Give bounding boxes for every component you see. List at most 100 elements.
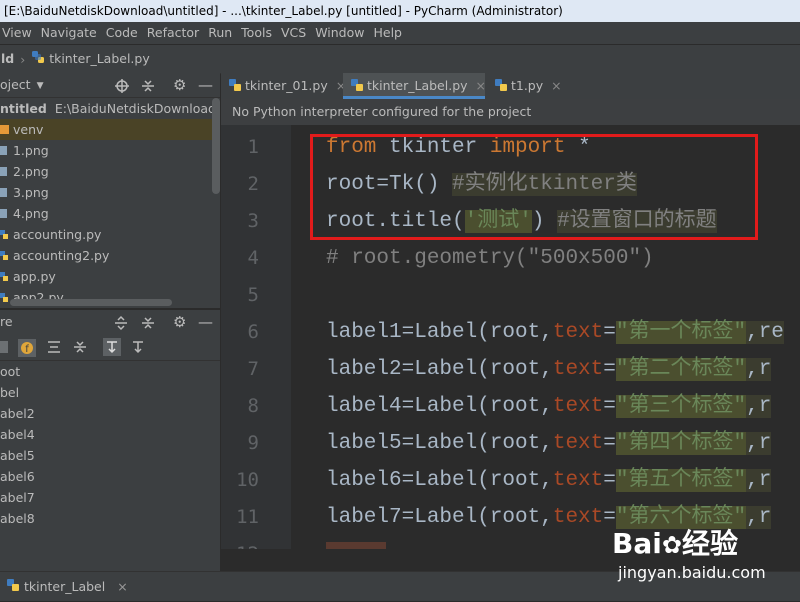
python-file-icon [495,74,507,100]
watermark-brand-suffix: 经验 [681,527,738,560]
tree-item-app[interactable]: app.py [0,266,220,287]
python-file-icon [31,46,45,74]
close-tab-icon[interactable]: × [476,78,486,93]
structure-item[interactable]: oot [0,361,220,382]
python-file-icon [229,74,241,100]
structure-item[interactable]: bel [0,382,220,403]
align-icon[interactable] [46,339,62,359]
python-file-icon [0,267,9,288]
menu-bar: View Navigate Code Refactor Run Tools VCS Windo… [0,22,800,44]
window-title: [E:\BaiduNetdiskDownload\untitled] - ...… [4,4,563,18]
tree-item-accounting2[interactable]: accounting2.py [0,245,220,266]
menu-tools[interactable]: Tools [241,22,272,44]
python-file-icon [0,288,9,308]
menu-run[interactable]: Run [208,22,232,44]
tree-item-venv[interactable]: venv [0,119,220,140]
menu-view[interactable]: View [2,22,32,44]
tab-tkinter-01[interactable]: tkinter_01.py × [221,73,346,100]
menu-navigate[interactable]: Navigate [41,22,97,44]
collapse-icon[interactable] [141,73,155,97]
window-title-bar: [E:\BaiduNetdiskDownload\untitled] - ...… [0,0,800,22]
collapse-all-icon[interactable] [141,310,155,334]
structure-item[interactable]: abel8 [0,508,220,529]
minimize-icon[interactable]: — [198,310,213,334]
interpreter-notice-text: No Python interpreter configured for the… [232,104,532,119]
line-number: 1 [247,136,259,158]
project-panel-header: oject ▼ ⚙ — [0,73,220,98]
close-tab-icon[interactable]: × [551,78,561,93]
python-file-icon [351,74,363,100]
tab-t1[interactable]: t1.py × [487,73,577,99]
image-file-icon [0,141,9,162]
tree-item-1png[interactable]: 1.png [0,140,220,161]
python-file-icon [0,246,9,267]
breadcrumb-project[interactable]: ld [1,51,14,66]
line-number: 2 [247,173,259,195]
baidu-jingyan-watermark: Bai✿经验 jingyan.baidu.com [612,527,800,589]
line-number: 10 [236,469,259,491]
project-root-name: ntitled [0,101,47,116]
python-file-icon [0,225,9,246]
chevron-right-icon: › [20,51,26,67]
editor-tabs: tkinter_01.py × tkinter_Label.py × t1.py… [221,73,800,99]
autoscroll-to-source-icon[interactable] [103,338,121,360]
gear-icon[interactable]: ⚙ [173,73,186,97]
collapse-icon[interactable] [72,339,88,359]
python-run-icon [6,573,20,602]
breadcrumb-file[interactable]: tkinter_Label.py [49,51,150,66]
project-horizontal-scrollbar[interactable] [10,299,172,306]
line-number: 6 [247,321,259,343]
structure-panel-title[interactable]: re [0,314,13,329]
project-vertical-scrollbar[interactable] [212,98,220,194]
show-fields-icon[interactable]: f [18,339,36,361]
minimize-icon[interactable]: — [198,73,213,97]
structure-toolbar: f [0,334,220,361]
expand-all-icon[interactable] [114,310,128,334]
close-run-tab-icon[interactable]: × [117,579,127,594]
dropdown-arrow-icon[interactable]: ▼ [37,74,44,98]
svg-text:f: f [25,344,29,355]
code-line-4: # root.geometry("500x500") [326,247,654,270]
menu-window[interactable]: Window [315,22,364,44]
line-number: 5 [247,284,259,306]
tree-item-3png[interactable]: 3.png [0,182,220,203]
menu-code[interactable]: Code [106,22,138,44]
tree-item-4png[interactable]: 4.png [0,203,220,224]
image-file-icon [0,162,9,183]
project-panel-title[interactable]: oject [0,77,31,92]
image-file-icon [0,204,9,225]
line-number-gutter: 1 2 3 4 5 6 7 8 9 10 11 12 [221,125,291,549]
watermark-url: jingyan.baidu.com [618,563,766,582]
structure-panel-header: re ⚙ — [0,309,220,334]
interpreter-notice-bar: No Python interpreter configured for the… [221,99,800,125]
partial-code-line-12 [326,542,386,549]
gear-icon[interactable]: ⚙ [173,310,186,334]
structure-item[interactable]: abel7 [0,487,220,508]
annotation-highlight-box [310,134,758,240]
line-number: 12 [221,536,259,549]
menu-refactor[interactable]: Refactor [147,22,199,44]
menu-vcs[interactable]: VCS [281,22,306,44]
tree-item-accounting[interactable]: accounting.py [0,224,220,245]
watermark-brand: Bai [612,527,662,560]
code-line-7: label2=Label(root,text="第二个标签",r [326,358,772,381]
code-line-9: label5=Label(root,text="第四个标签",r [326,432,772,455]
sort-icon[interactable] [0,339,10,359]
tab-tkinter-label[interactable]: tkinter_Label.py × [343,73,486,100]
structure-item[interactable]: abel6 [0,466,220,487]
structure-item[interactable]: abel5 [0,445,220,466]
code-line-6: label1=Label(root,text="第一个标签",re [326,321,784,344]
run-tab-label[interactable]: tkinter_Label [24,579,105,594]
line-number: 11 [236,506,259,528]
project-root-path: E:\BaiduNetdiskDownload\unt [54,101,220,116]
menu-help[interactable]: Help [373,22,402,44]
autoscroll-from-source-icon[interactable] [130,339,146,359]
folder-icon [0,120,9,141]
navigation-bar: ld › tkinter_Label.py [0,44,800,74]
tree-item-2png[interactable]: 2.png [0,161,220,182]
structure-item[interactable]: abel4 [0,424,220,445]
structure-item[interactable]: abel2 [0,403,220,424]
line-number: 9 [247,432,259,454]
project-root-row[interactable]: ntitled E:\BaiduNetdiskDownload\unt [0,98,220,119]
crosshair-icon[interactable] [114,73,130,97]
